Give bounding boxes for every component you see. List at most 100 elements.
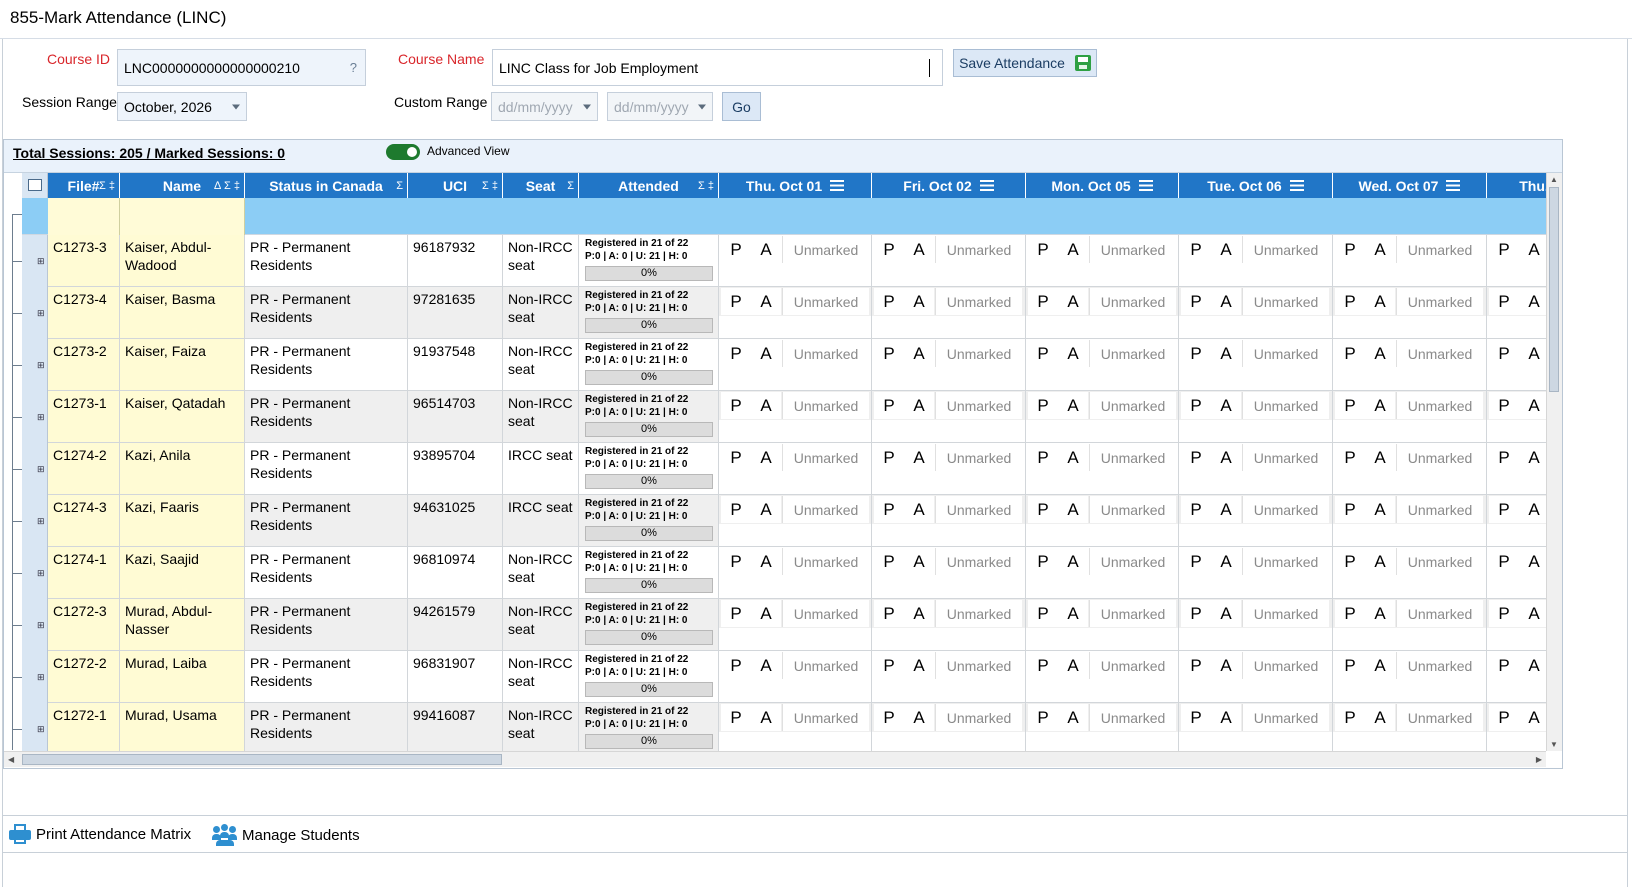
mark-present-button[interactable]: P (874, 548, 904, 575)
date-to-input[interactable]: dd/mm/yyyy (607, 92, 713, 121)
mark-absent-button[interactable]: A (1058, 236, 1088, 263)
mark-present-button[interactable]: P (721, 444, 751, 471)
mark-present-button[interactable]: P (1028, 236, 1058, 263)
unmarked-status[interactable]: Unmarked (1396, 444, 1483, 471)
mark-absent-button[interactable]: A (751, 340, 781, 367)
mark-absent-button[interactable]: A (1058, 652, 1088, 679)
mark-present-button[interactable]: P (1181, 288, 1211, 315)
filter-name[interactable] (120, 198, 245, 235)
unmarked-status[interactable]: Unmarked (1089, 444, 1176, 471)
sum-icon[interactable]: Σ ‡ (99, 180, 115, 192)
mark-present-button[interactable]: P (1335, 288, 1365, 315)
mark-absent-button[interactable]: A (904, 444, 934, 471)
mark-absent-button[interactable]: A (1058, 444, 1088, 471)
attended-cell[interactable]: Registered in 21 of 22 P:0 | A: 0 | U: 21… (579, 287, 719, 339)
mark-absent-button[interactable]: A (1519, 704, 1546, 731)
unmarked-status[interactable]: Unmarked (1242, 496, 1329, 523)
unmarked-status[interactable]: Unmarked (935, 392, 1022, 419)
unmarked-status[interactable]: Unmarked (935, 288, 1022, 315)
file-cell[interactable]: C1273-3 (48, 235, 120, 287)
mark-present-button[interactable]: P (874, 236, 904, 263)
mark-present-button[interactable]: P (1335, 548, 1365, 575)
unmarked-status[interactable]: Unmarked (935, 652, 1022, 679)
unmarked-status[interactable]: Unmarked (1089, 392, 1176, 419)
unmarked-status[interactable]: Unmarked (935, 496, 1022, 523)
mark-absent-button[interactable]: A (1058, 548, 1088, 575)
unmarked-status[interactable]: Unmarked (782, 236, 869, 263)
mark-absent-button[interactable]: A (1058, 496, 1088, 523)
mark-absent-button[interactable]: A (904, 548, 934, 575)
seat-cell[interactable]: Non-IRCC seat (503, 235, 579, 287)
unmarked-status[interactable]: Unmarked (1396, 236, 1483, 263)
mark-present-button[interactable]: P (1028, 496, 1058, 523)
mark-present-button[interactable]: P (1335, 600, 1365, 627)
attended-cell[interactable]: Registered in 21 of 22 P:0 | A: 0 | U: 21… (579, 651, 719, 703)
table-row[interactable]: C1274-2 Kazi, Anila PR - Permanent Residen… (22, 443, 1546, 495)
mark-present-button[interactable]: P (721, 704, 751, 731)
file-cell[interactable]: C1273-4 (48, 287, 120, 339)
mark-present-button[interactable]: P (1181, 496, 1211, 523)
session-range-select[interactable]: October, 2026 (117, 92, 247, 121)
mark-absent-button[interactable]: A (1519, 392, 1546, 419)
status-cell[interactable]: PR - Permanent Residents (245, 599, 408, 651)
table-row[interactable]: C1272-3 Murad, Abdul-Nasser PR - Permanent… (22, 599, 1546, 651)
unmarked-status[interactable]: Unmarked (1396, 652, 1483, 679)
unmarked-status[interactable]: Unmarked (1396, 288, 1483, 315)
mark-absent-button[interactable]: A (1365, 704, 1395, 731)
mark-present-button[interactable]: P (1335, 704, 1365, 731)
mark-absent-button[interactable]: A (751, 652, 781, 679)
attended-cell[interactable]: Registered in 21 of 22 P:0 | A: 0 | U: 21… (579, 391, 719, 443)
mark-present-button[interactable]: P (1181, 444, 1211, 471)
mark-present-button[interactable]: P (1335, 444, 1365, 471)
name-cell[interactable]: Murad, Laiba (120, 651, 245, 703)
status-cell[interactable]: PR - Permanent Residents (245, 547, 408, 599)
sum-icon[interactable]: Σ ‡ (482, 180, 498, 192)
mark-present-button[interactable]: P (1028, 340, 1058, 367)
column-header-attended[interactable]: Attended Σ ‡ (579, 173, 719, 198)
column-header-name[interactable]: Name ∆ Σ ‡ (120, 173, 245, 198)
sum-icon[interactable]: Σ (567, 180, 574, 192)
unmarked-status[interactable]: Unmarked (1242, 600, 1329, 627)
unmarked-status[interactable]: Unmarked (1242, 236, 1329, 263)
mark-present-button[interactable]: P (1335, 392, 1365, 419)
mark-present-button[interactable]: P (1028, 600, 1058, 627)
file-cell[interactable]: C1272-2 (48, 651, 120, 703)
advanced-view-toggle[interactable] (386, 144, 420, 160)
unmarked-status[interactable]: Unmarked (1396, 548, 1483, 575)
name-cell[interactable]: Murad, Usama (120, 703, 245, 751)
mark-present-button[interactable]: P (1335, 652, 1365, 679)
mark-absent-button[interactable]: A (751, 236, 781, 263)
unmarked-status[interactable]: Unmarked (782, 288, 869, 315)
uci-cell[interactable]: 91937548 (408, 339, 503, 391)
file-cell[interactable]: C1273-2 (48, 339, 120, 391)
mark-absent-button[interactable]: A (751, 600, 781, 627)
mark-present-button[interactable]: P (1181, 548, 1211, 575)
mark-present-button[interactable]: P (721, 236, 751, 263)
mark-present-button[interactable]: P (874, 600, 904, 627)
mark-absent-button[interactable]: A (751, 704, 781, 731)
mark-present-button[interactable]: P (1335, 496, 1365, 523)
mark-absent-button[interactable]: A (751, 444, 781, 471)
horizontal-scrollbar[interactable]: ◀ ▶ (4, 751, 1546, 767)
unmarked-status[interactable]: Unmarked (1242, 444, 1329, 471)
mark-present-button[interactable]: P (1181, 340, 1211, 367)
seat-cell[interactable]: Non-IRCC seat (503, 287, 579, 339)
help-icon[interactable]: ? (350, 60, 357, 75)
unmarked-status[interactable]: Unmarked (1089, 236, 1176, 263)
column-header-day-1[interactable]: Thu. Oct 01 (719, 173, 872, 198)
mark-absent-button[interactable]: A (904, 704, 934, 731)
unmarked-status[interactable]: Unmarked (782, 392, 869, 419)
uci-cell[interactable]: 93895704 (408, 443, 503, 495)
unmarked-status[interactable]: Unmarked (1396, 392, 1483, 419)
uci-cell[interactable]: 96514703 (408, 391, 503, 443)
unmarked-status[interactable]: Unmarked (935, 444, 1022, 471)
unmarked-status[interactable]: Unmarked (782, 600, 869, 627)
uci-cell[interactable]: 96831907 (408, 651, 503, 703)
status-cell[interactable]: PR - Permanent Residents (245, 339, 408, 391)
mark-absent-button[interactable]: A (904, 340, 934, 367)
mark-absent-button[interactable]: A (1519, 236, 1546, 263)
mark-absent-button[interactable]: A (904, 496, 934, 523)
unmarked-status[interactable]: Unmarked (1242, 392, 1329, 419)
table-row[interactable]: C1274-3 Kazi, Faaris PR - Permanent Reside… (22, 495, 1546, 547)
menu-icon[interactable] (1138, 180, 1153, 191)
